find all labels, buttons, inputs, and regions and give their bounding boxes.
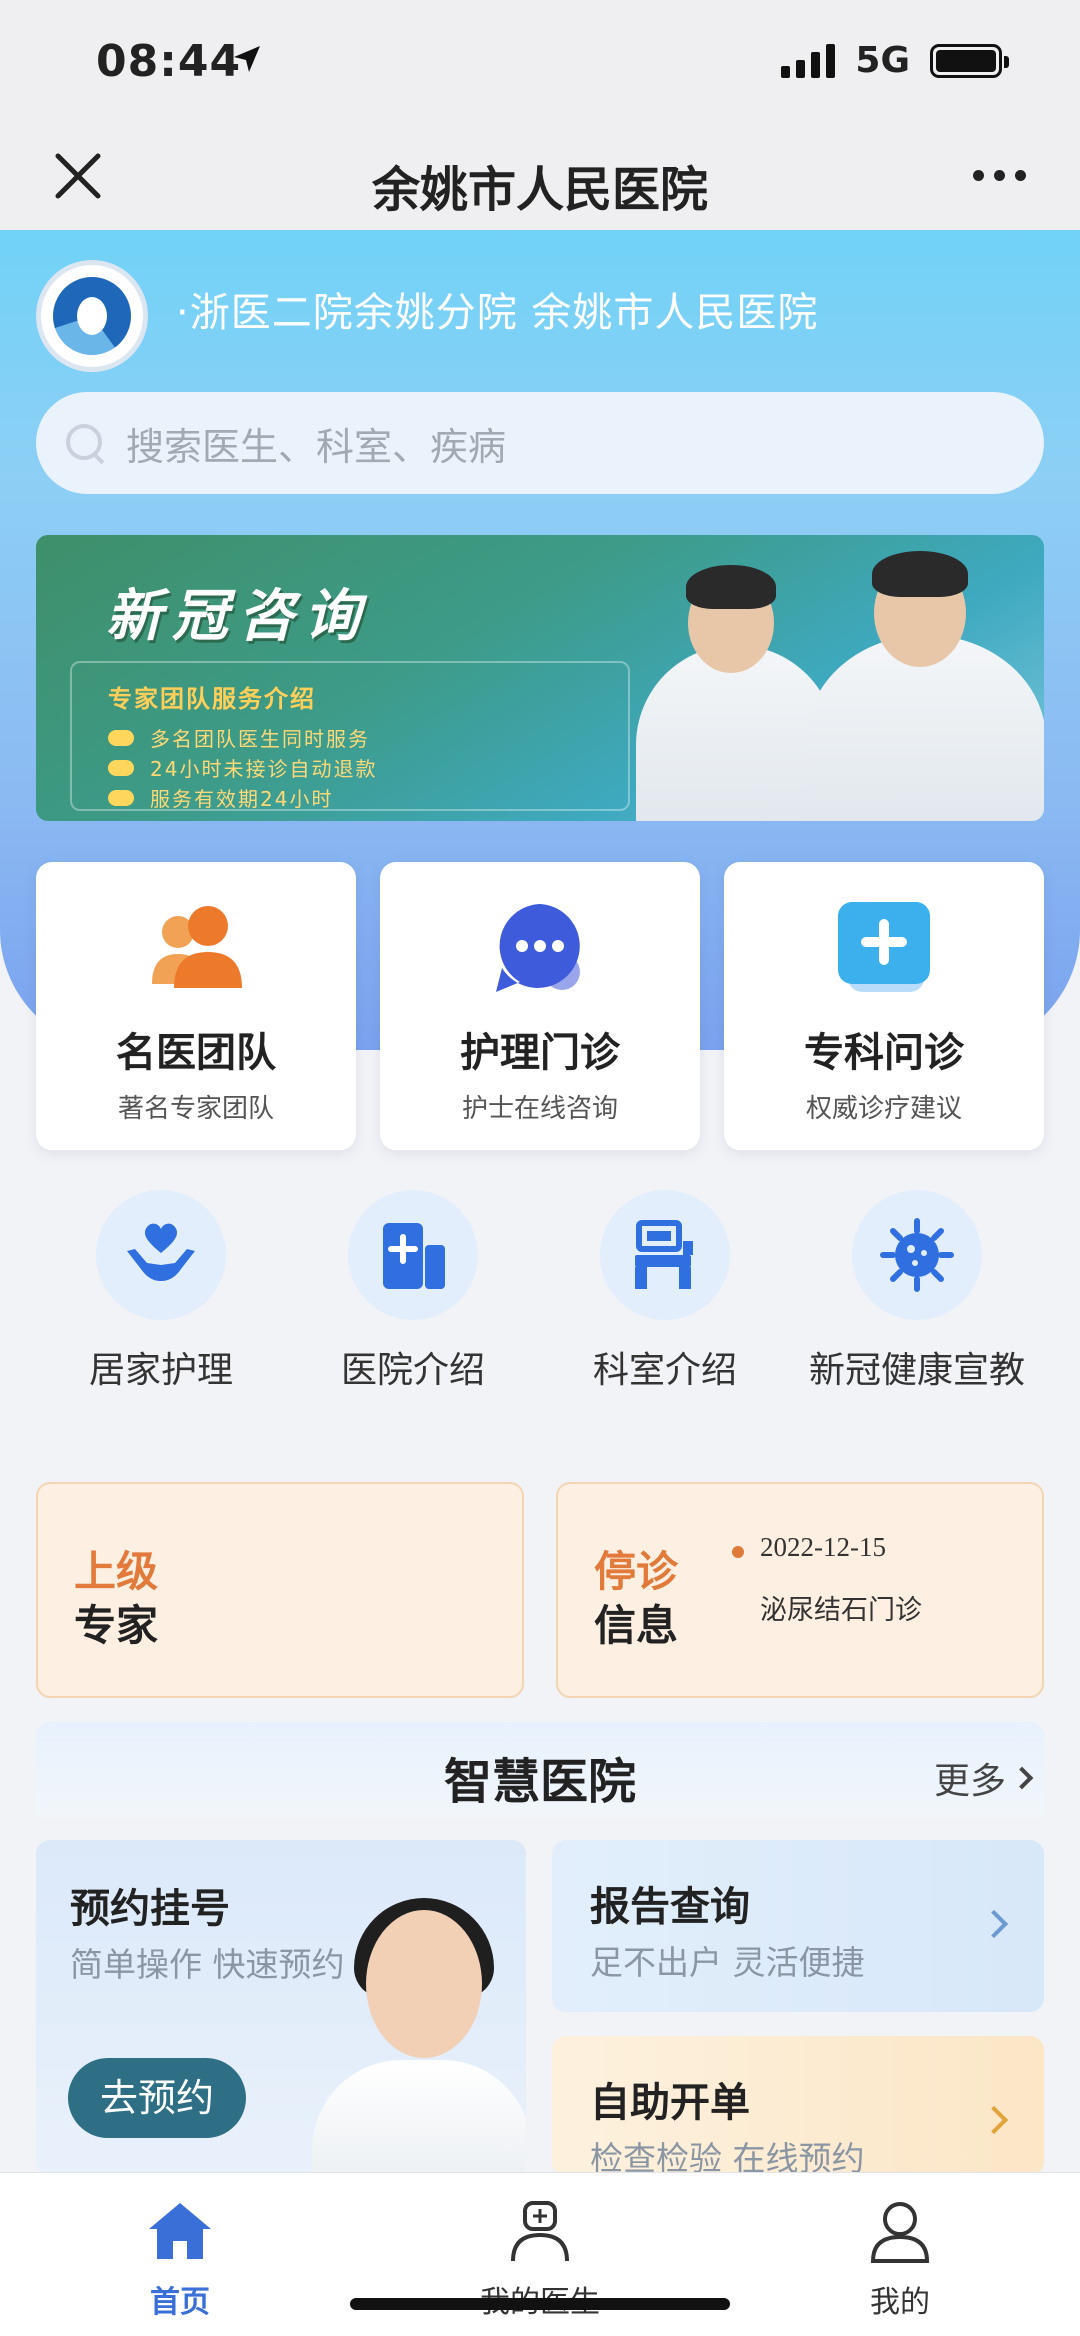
tab-label: 我的 bbox=[870, 2285, 930, 2320]
suspension-line2: 信息 bbox=[594, 1601, 679, 1650]
book-appointment-button[interactable]: 去预约 bbox=[68, 2058, 246, 2138]
network-label: 5G bbox=[855, 40, 910, 81]
banner-line: 多名团队医生同时服务 bbox=[108, 723, 370, 752]
home-indicator bbox=[350, 2298, 730, 2310]
department-icon bbox=[600, 1190, 730, 1320]
bullet-dot bbox=[732, 1546, 744, 1558]
signal-icon bbox=[781, 43, 836, 78]
card-famous-doctors[interactable]: 名医团队 著名专家团队 bbox=[36, 862, 356, 1150]
mini-program-navbar: 余姚市人民医院 bbox=[0, 130, 1080, 230]
card-subtitle: 权威诊疗建议 bbox=[805, 1094, 962, 1124]
hospital-building-icon bbox=[348, 1190, 478, 1320]
card-subtitle: 护士在线咨询 bbox=[461, 1094, 618, 1124]
appointment-card[interactable]: 预约挂号 简单操作 快速预约 去预约 bbox=[36, 1840, 526, 2176]
self-order-subtitle: 检查检验 在线预约 bbox=[590, 2139, 865, 2176]
card-title: 名医团队 bbox=[116, 1030, 276, 1076]
tab-home[interactable]: 首页 bbox=[80, 2199, 280, 2321]
quick-link-covid-education[interactable]: 新冠健康宣教 bbox=[792, 1190, 1042, 1400]
chevron-right-icon bbox=[979, 1909, 1009, 1939]
senior-expert-card[interactable]: 上级 专家 bbox=[36, 1482, 524, 1698]
clinic-suspension-card[interactable]: 停诊 信息 2022-12-15 泌尿结石门诊 bbox=[556, 1482, 1044, 1698]
status-bar: 08:44 5G bbox=[0, 0, 1080, 130]
banner-line: 24小时未接诊自动退款 bbox=[108, 753, 377, 782]
chevron-right-icon bbox=[979, 2105, 1009, 2135]
heart-hands-icon bbox=[96, 1190, 226, 1320]
banner-title: 新冠咨询 bbox=[106, 584, 370, 649]
people-icon bbox=[146, 898, 246, 998]
hospital-subtitle: ·浙医二院余姚分院 余姚市人民医院 bbox=[176, 290, 819, 336]
location-arrow-icon bbox=[232, 44, 262, 74]
card-title: 专科问诊 bbox=[804, 1030, 964, 1076]
tab-bar: 首页 我的医生 我的 bbox=[0, 2172, 1080, 2336]
more-link-label: 更多 bbox=[933, 1761, 1006, 1802]
self-order-card[interactable]: 自助开单 检查检验 在线预约 bbox=[552, 2036, 1044, 2176]
chevron-right-icon bbox=[1010, 1766, 1034, 1790]
self-order-title: 自助开单 bbox=[590, 2080, 750, 2126]
home-icon bbox=[80, 2199, 280, 2267]
section-title: 智慧医院 bbox=[443, 1754, 636, 1810]
banner-box-title: 专家团队服务介绍 bbox=[108, 685, 316, 713]
more-link[interactable]: 更多 bbox=[933, 1752, 1034, 1804]
page-title: 余姚市人民医院 bbox=[371, 162, 708, 218]
more-menu-icon[interactable] bbox=[964, 150, 1034, 200]
suspension-line1: 停诊 bbox=[594, 1547, 679, 1596]
appointment-title: 预约挂号 bbox=[70, 1886, 230, 1932]
status-time: 08:44 bbox=[96, 36, 242, 87]
report-query-card[interactable]: 报告查询 足不出户 灵活便捷 bbox=[552, 1840, 1044, 2012]
banner-line: 服务有效期24小时 bbox=[108, 783, 333, 812]
report-title: 报告查询 bbox=[590, 1884, 750, 1930]
user-icon bbox=[800, 2199, 1000, 2267]
quick-link-label: 科室介绍 bbox=[592, 1350, 737, 1391]
card-nursing-clinic[interactable]: 护理门诊 护士在线咨询 bbox=[380, 862, 700, 1150]
senior-expert-line2: 专家 bbox=[74, 1601, 159, 1650]
search-placeholder: 搜索医生、科室、疾病 bbox=[126, 424, 507, 469]
smart-hospital-header: 智慧医院 更多 bbox=[36, 1722, 1044, 1818]
card-subtitle: 著名专家团队 bbox=[117, 1094, 274, 1124]
battery-icon bbox=[930, 43, 1009, 78]
search-bar[interactable]: 搜索医生、科室、疾病 bbox=[36, 392, 1044, 494]
quick-link-hospital-intro[interactable]: 医院介绍 bbox=[288, 1190, 538, 1400]
card-specialist-consult[interactable]: 专科问诊 权威诊疗建议 bbox=[724, 862, 1044, 1150]
doctor-icon bbox=[440, 2199, 640, 2267]
quick-link-label: 医院介绍 bbox=[340, 1350, 485, 1391]
card-title: 护理门诊 bbox=[460, 1030, 620, 1076]
status-indicators: 5G bbox=[781, 40, 1009, 81]
quick-link-label: 新冠健康宣教 bbox=[808, 1350, 1025, 1391]
suspension-department: 泌尿结石门诊 bbox=[760, 1595, 922, 1626]
covid-consult-banner[interactable]: 新冠咨询 专家团队服务介绍 多名团队医生同时服务 24小时未接诊自动退款 服务有… bbox=[36, 535, 1044, 821]
hospital-logo bbox=[36, 260, 148, 372]
appointment-subtitle: 简单操作 快速预约 bbox=[70, 1945, 345, 1984]
quick-link-home-care[interactable]: 居家护理 bbox=[36, 1190, 286, 1400]
search-icon bbox=[62, 420, 108, 466]
senior-expert-line1: 上级 bbox=[74, 1547, 159, 1596]
suspension-date: 2022-12-15 bbox=[760, 1532, 886, 1562]
tab-mine[interactable]: 我的 bbox=[800, 2199, 1000, 2321]
medical-box-icon bbox=[834, 898, 934, 998]
report-subtitle: 足不出户 灵活便捷 bbox=[590, 1943, 865, 1982]
quick-link-department-intro[interactable]: 科室介绍 bbox=[540, 1190, 790, 1400]
chat-bubble-icon bbox=[490, 898, 590, 998]
virus-icon bbox=[852, 1190, 982, 1320]
tab-label: 首页 bbox=[150, 2285, 210, 2320]
quick-link-label: 居家护理 bbox=[88, 1350, 233, 1391]
